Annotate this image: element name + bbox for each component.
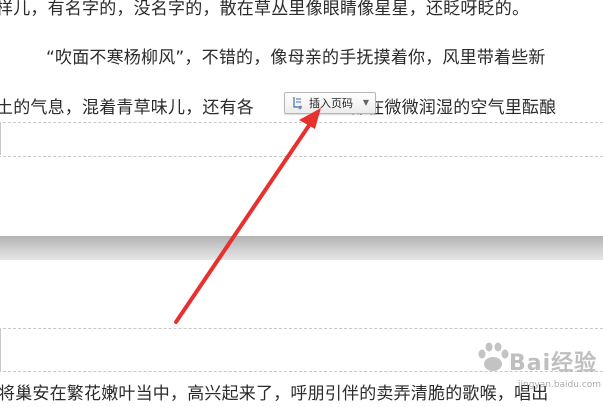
- body-text-line: 将巢安在繁花嫩叶当中，高兴起来了，呼朋引伴的卖弄清脆的歌喉，唱出: [0, 384, 549, 404]
- paw-logo-icon: [478, 342, 509, 371]
- watermark-url: jingyan.baidu.com: [518, 380, 602, 390]
- watermark-brand: Bai经验: [509, 351, 598, 376]
